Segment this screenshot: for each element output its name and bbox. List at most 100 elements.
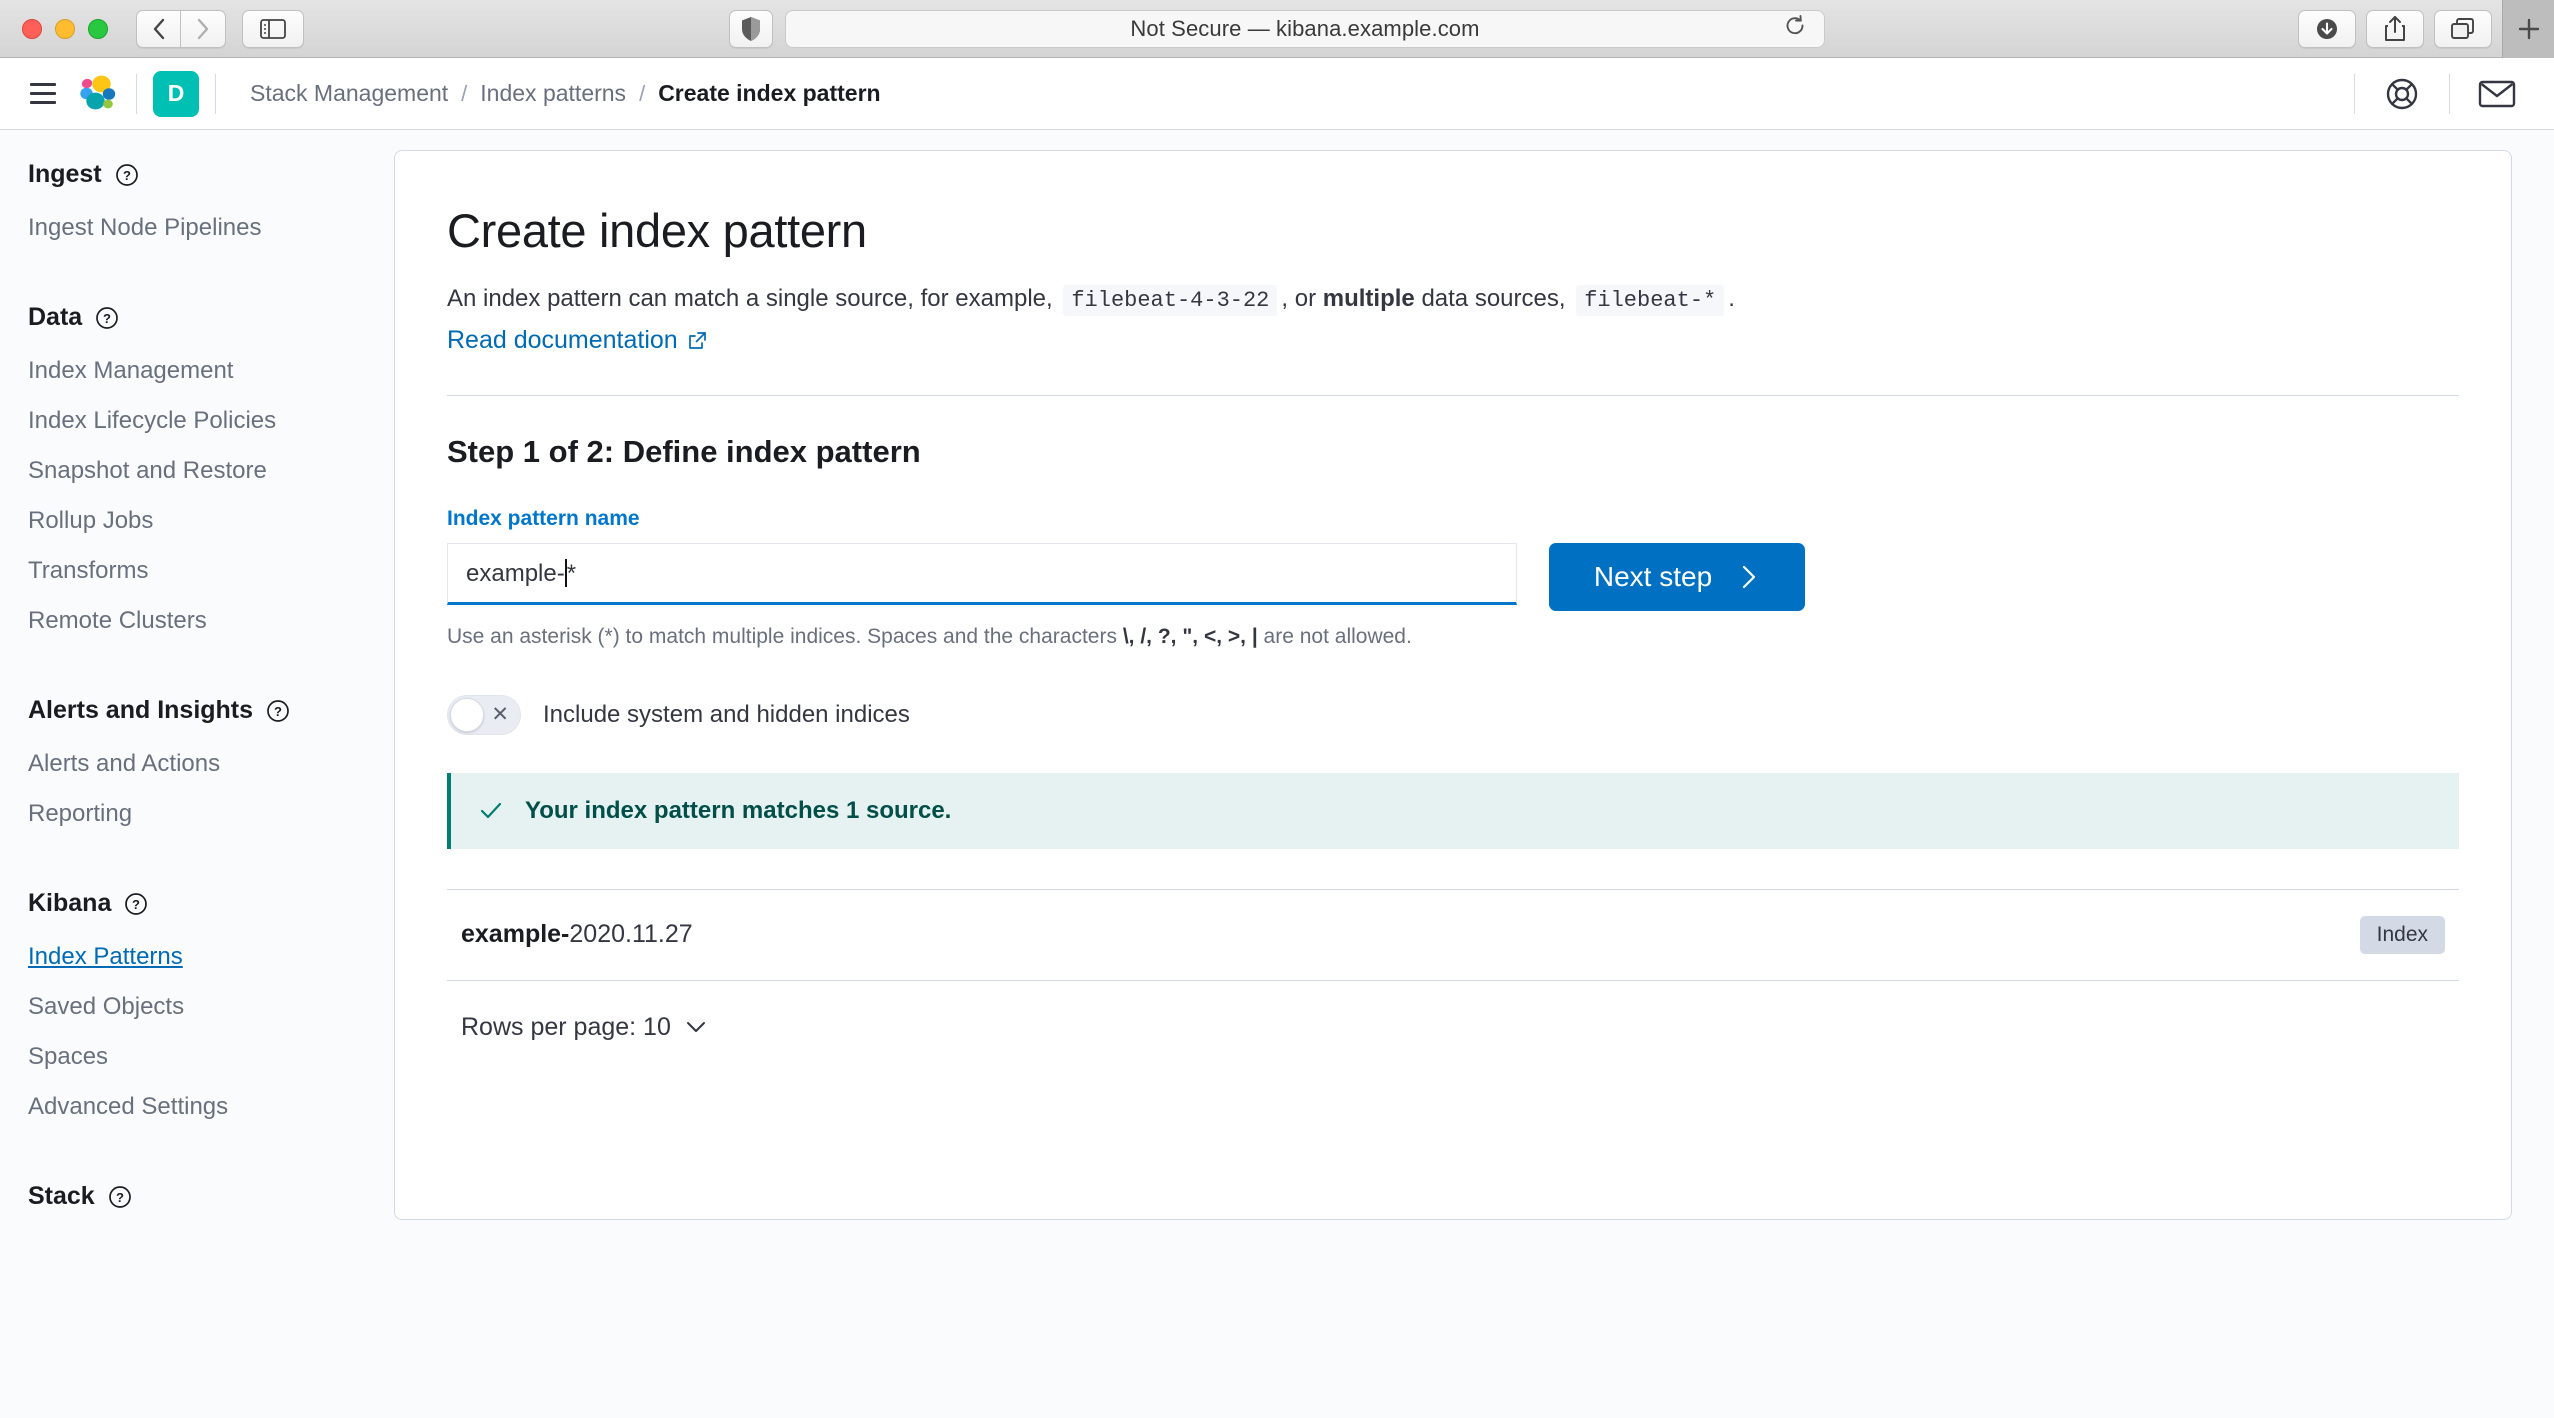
sidebar-item-reporting[interactable]: Reporting — [28, 789, 384, 839]
check-icon — [480, 802, 502, 818]
sidebar-item-advanced-settings[interactable]: Advanced Settings — [28, 1082, 384, 1132]
breadcrumb-item-stack-management[interactable]: Stack Management — [250, 80, 448, 107]
svg-text:?: ? — [116, 1190, 124, 1205]
intro-part-4: . — [1728, 285, 1735, 312]
close-window-button[interactable] — [22, 18, 42, 39]
example-code-single: filebeat-4-3-22 — [1063, 285, 1278, 316]
plus-icon — [2518, 18, 2539, 40]
back-button[interactable] — [136, 9, 181, 48]
page-title: Create index pattern — [447, 204, 867, 257]
help-circle-icon[interactable]: ? — [95, 306, 119, 330]
sidebar-group-data: Data ? Index Management Index Lifecycle … — [28, 303, 384, 646]
index-pattern-input[interactable]: example-* — [447, 543, 1517, 606]
hamburger-line — [30, 101, 56, 104]
intro-part-1: An index pattern can match a single sour… — [447, 285, 1053, 312]
status-badge: Index — [2359, 915, 2445, 954]
sidebar-item-transforms[interactable]: Transforms — [28, 546, 384, 596]
sidebar-item-saved-objects[interactable]: Saved Objects — [28, 982, 384, 1032]
window-traffic-lights — [22, 18, 108, 39]
input-text-after-caret: * — [566, 559, 577, 587]
sidebar-item-index-patterns[interactable]: Index Patterns — [28, 932, 384, 982]
toggle-knob — [450, 697, 484, 732]
tab-overview-button[interactable] — [2434, 10, 2492, 48]
reload-button[interactable] — [1784, 14, 1806, 43]
help-button[interactable] — [2371, 63, 2433, 125]
header-divider — [136, 73, 137, 114]
help-circle-icon[interactable]: ? — [108, 1185, 132, 1209]
next-step-label: Next step — [1593, 561, 1713, 593]
intro-part-2: , or — [1281, 285, 1317, 312]
reload-icon — [1786, 14, 1804, 34]
svg-text:?: ? — [274, 704, 282, 719]
new-tab-button[interactable] — [2502, 0, 2554, 58]
sidebar-group-title: Stack ? — [28, 1182, 384, 1211]
external-link-icon — [688, 331, 706, 349]
sidebar-item-index-lifecycle-policies[interactable]: Index Lifecycle Policies — [28, 396, 384, 446]
kibana-header: D Stack Management / Index patterns / Cr… — [0, 58, 2554, 130]
sidebar-group-title: Data ? — [28, 303, 384, 332]
help-circle-icon[interactable]: ? — [266, 699, 290, 723]
table-row[interactable]: example-2020.11.27 Index — [447, 890, 2459, 981]
sidebar-item-rollup-jobs[interactable]: Rollup Jobs — [28, 496, 384, 546]
sidebar-group-label: Stack — [28, 1182, 95, 1210]
intro-emphasis: multiple — [1322, 285, 1415, 312]
elastic-logo-icon[interactable] — [76, 72, 120, 116]
nav-menu-button[interactable] — [22, 73, 64, 115]
step-title: Step 1 of 2: Define index pattern — [447, 434, 921, 470]
share-icon — [2385, 16, 2405, 41]
help-circle-icon[interactable]: ? — [124, 892, 148, 916]
help-circle-icon[interactable]: ? — [115, 163, 139, 187]
url-bar[interactable]: Not Secure — kibana.example.com — [785, 9, 1825, 48]
index-pattern-input-value: example-* — [466, 558, 577, 588]
sidebar-group-title: Kibana ? — [28, 889, 384, 918]
sidebar-group-label: Kibana — [28, 889, 112, 917]
breadcrumb: Stack Management / Index patterns / Crea… — [250, 80, 881, 107]
address-bar-area: Not Secure — kibana.example.com — [729, 9, 1825, 48]
breadcrumb-item-create-index-pattern: Create index pattern — [658, 80, 881, 106]
forward-button[interactable] — [181, 9, 226, 48]
read-documentation-link[interactable]: Read documentation — [447, 326, 707, 355]
include-system-indices-toggle[interactable]: ✕ — [447, 694, 521, 735]
downloads-button[interactable] — [2298, 10, 2356, 48]
main-content: Create index pattern An index pattern ca… — [384, 130, 2554, 1418]
minimize-window-button[interactable] — [55, 18, 75, 39]
tab-overview-icon — [2451, 18, 2474, 39]
include-system-indices-row: ✕ Include system and hidden indices — [447, 694, 2459, 735]
intro-part-3: data sources, — [1421, 285, 1566, 312]
svg-text:?: ? — [123, 168, 131, 183]
sidebar-item-spaces[interactable]: Spaces — [28, 1032, 384, 1082]
sidebar-group-label: Data — [28, 303, 83, 331]
sidebar-toggle-button[interactable] — [242, 9, 304, 48]
sidebar-item-alerts-and-actions[interactable]: Alerts and Actions — [28, 739, 384, 789]
sidebar-item-remote-clusters[interactable]: Remote Clusters — [28, 596, 384, 646]
newsfeed-button[interactable] — [2466, 63, 2528, 125]
privacy-report-button[interactable] — [729, 9, 773, 48]
next-step-button[interactable]: Next step — [1549, 543, 1805, 612]
browser-right-buttons — [2298, 0, 2554, 58]
sidebar-item-ingest-node-pipelines[interactable]: Ingest Node Pipelines — [28, 203, 384, 253]
index-name-matched-prefix: example- — [461, 920, 570, 949]
management-sidebar: Ingest ? Ingest Node Pipelines Data ? In… — [0, 130, 384, 1418]
sidebar-item-snapshot-and-restore[interactable]: Snapshot and Restore — [28, 446, 384, 496]
index-pattern-input-column: example-* Use an asterisk (*) to match m… — [447, 543, 1517, 653]
maximize-window-button[interactable] — [88, 18, 108, 39]
rows-per-page-label: Rows per page: 10 — [461, 1012, 671, 1041]
sidebar-toggle-icon — [260, 18, 286, 39]
sidebar-item-index-management[interactable]: Index Management — [28, 346, 384, 396]
space-avatar[interactable]: D — [153, 70, 199, 117]
rows-per-page-selector[interactable]: Rows per page: 10 — [447, 981, 2459, 1042]
share-button[interactable] — [2366, 10, 2424, 48]
sidebar-group-label: Ingest — [28, 160, 102, 188]
breadcrumb-separator: / — [639, 80, 646, 106]
header-divider — [2449, 73, 2450, 114]
header-actions — [2338, 63, 2528, 125]
hamburger-line — [30, 92, 56, 95]
header-divider — [2354, 73, 2355, 114]
helper-part-1: Use an asterisk (*) to match multiple in… — [447, 625, 1117, 649]
header-divider — [215, 73, 216, 114]
chevron-down-icon — [686, 1022, 705, 1033]
breadcrumb-item-index-patterns[interactable]: Index patterns — [480, 80, 626, 107]
create-index-pattern-panel: Create index pattern An index pattern ca… — [394, 150, 2512, 1220]
